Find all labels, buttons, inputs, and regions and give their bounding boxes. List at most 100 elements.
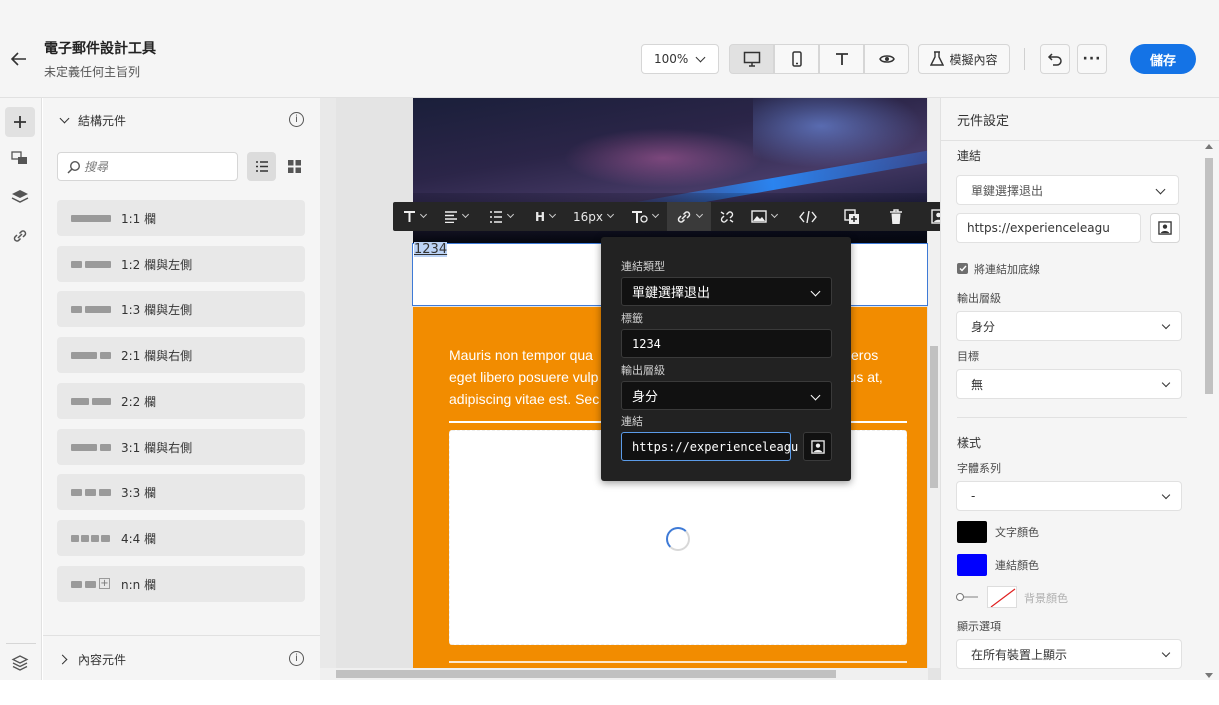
structure-item-n-n[interactable]: + n:n 欄	[57, 566, 305, 602]
column-block	[71, 305, 82, 313]
output-level-select[interactable]: 身分	[956, 311, 1182, 341]
link-url-value: https://experienceleagu	[967, 221, 1110, 235]
layers-button[interactable]	[11, 189, 29, 208]
text-color-button[interactable]	[625, 202, 663, 231]
flask-icon	[930, 51, 945, 66]
link-type-select[interactable]: 單鍵選擇退出	[621, 277, 832, 306]
structure-item-2-1[interactable]: 2:1 欄與右側	[57, 337, 305, 373]
insert-image-button[interactable]	[745, 202, 783, 231]
link-type-value: 單鍵選擇退出	[632, 286, 711, 301]
column-block	[92, 397, 111, 405]
scroll-down-arrow[interactable]	[1205, 673, 1213, 678]
back-arrow-icon[interactable]	[10, 50, 28, 68]
save-button[interactable]: 儲存	[1130, 44, 1196, 74]
output-level-select[interactable]: 身分	[621, 381, 832, 410]
heading-button[interactable]: H	[531, 202, 559, 231]
structure-item-3-1[interactable]: 3:1 欄與右側	[57, 429, 305, 465]
link-color-swatch[interactable]	[957, 554, 987, 576]
more-options-button[interactable]: ···	[1077, 44, 1107, 74]
desktop-view-button[interactable]	[729, 44, 774, 74]
info-icon[interactable]: i	[289, 112, 304, 127]
column-block	[100, 443, 111, 451]
font-family-value: -	[971, 489, 976, 503]
app-header: 電子郵件設計工具 未定義任何主旨列 100% 模擬內容 ··· 儲存	[0, 0, 1219, 98]
panel-title: 元件設定	[957, 114, 1010, 129]
links-button[interactable]	[11, 228, 29, 247]
undo-button[interactable]	[1040, 44, 1070, 74]
column-block	[99, 488, 111, 496]
fragments-icon	[11, 151, 27, 164]
grid-view-button[interactable]	[280, 152, 309, 181]
text-view-button[interactable]	[819, 44, 864, 74]
link-type-select[interactable]: 單鍵選擇退出	[956, 175, 1179, 205]
structure-item-1-3[interactable]: 1:3 欄與左側	[57, 291, 305, 327]
scroll-up-arrow[interactable]	[1205, 144, 1213, 149]
personalize-link-button[interactable]	[803, 432, 832, 461]
background-color-toggle[interactable]	[956, 593, 978, 601]
layers-toggle-button[interactable]	[11, 655, 29, 674]
personalize-link-button[interactable]	[1150, 213, 1180, 243]
scrollbar-thumb[interactable]	[930, 346, 938, 488]
scrollbar-thumb[interactable]	[1205, 158, 1213, 394]
list-button[interactable]	[483, 202, 519, 231]
output-level-value: 身分	[971, 319, 996, 334]
mobile-view-button[interactable]	[774, 44, 819, 74]
fragments-button[interactable]	[11, 150, 29, 169]
background-color-label: 背景顏色	[1024, 592, 1068, 605]
horizontal-scrollbar[interactable]	[320, 668, 928, 680]
link-url-input[interactable]: https://experienceleagu	[956, 213, 1141, 243]
image-icon	[751, 210, 767, 223]
search-icon	[67, 160, 81, 174]
text-color-swatch[interactable]	[957, 521, 987, 543]
underline-checkbox[interactable]	[957, 263, 968, 274]
vertical-scrollbar[interactable]	[928, 98, 940, 668]
subject-line-text: 未定義任何主旨列	[44, 65, 141, 79]
structure-item-4-4[interactable]: 4:4 欄	[57, 520, 305, 556]
link-button[interactable]	[667, 202, 711, 231]
column-block	[85, 580, 96, 588]
link-url-input[interactable]: https://experienceleagu	[621, 432, 798, 461]
search-input[interactable]: 搜尋	[57, 152, 238, 181]
trash-icon	[890, 208, 902, 224]
text-style-button[interactable]	[397, 202, 431, 231]
chevron-down-icon	[810, 390, 821, 401]
font-family-select[interactable]: -	[956, 481, 1182, 511]
structure-item-label: 1:1 欄	[121, 211, 157, 226]
structure-item-1-1[interactable]: 1:1 欄	[57, 200, 305, 236]
code-icon	[799, 210, 817, 223]
structure-item-1-2[interactable]: 1:2 欄與左側	[57, 246, 305, 282]
zoom-value: 100%	[654, 52, 689, 66]
display-options-select[interactable]: 在所有裝置上顯示	[956, 639, 1182, 669]
unlink-button[interactable]	[715, 202, 739, 231]
align-left-icon	[445, 210, 457, 223]
source-code-button[interactable]	[793, 202, 823, 231]
structure-item-2-2[interactable]: 2:2 欄	[57, 383, 305, 419]
simulate-content-button[interactable]: 模擬內容	[918, 44, 1010, 74]
column-block	[71, 260, 82, 268]
tag-input[interactable]: 1234	[621, 329, 832, 358]
content-section-toggle[interactable]: 內容元件	[57, 649, 277, 669]
link-url-value: https://experienceleagu	[632, 439, 799, 454]
loading-spinner-icon	[666, 527, 690, 551]
structure-item-3-3[interactable]: 3:3 欄	[57, 474, 305, 510]
font-size-button[interactable]: 16px	[569, 202, 617, 231]
vertical-scrollbar[interactable]	[1203, 140, 1215, 680]
components-panel: 結構元件 i 搜尋 1:1 欄 1:2 欄與左側 1:3 欄與左側 2:1 欄與…	[43, 98, 320, 680]
scrollbar-thumb[interactable]	[336, 670, 836, 678]
column-block	[100, 351, 111, 359]
structure-section-toggle[interactable]: 結構元件	[57, 110, 277, 130]
structure-item-label: 3:3 欄	[121, 485, 157, 500]
add-components-button[interactable]	[5, 107, 35, 137]
align-button[interactable]	[439, 202, 473, 231]
link-text[interactable]: 1234	[414, 242, 448, 257]
target-select[interactable]: 無	[956, 369, 1182, 399]
duplicate-button[interactable]	[837, 202, 867, 231]
info-icon[interactable]: i	[289, 651, 304, 666]
preview-button[interactable]	[864, 44, 909, 74]
display-options-value: 在所有裝置上顯示	[971, 647, 1068, 662]
list-view-button[interactable]	[247, 152, 276, 181]
heading-icon: H	[534, 209, 546, 224]
zoom-select[interactable]: 100%	[641, 44, 719, 74]
delete-button[interactable]	[881, 202, 911, 231]
structure-item-label: 4:4 欄	[121, 531, 157, 546]
